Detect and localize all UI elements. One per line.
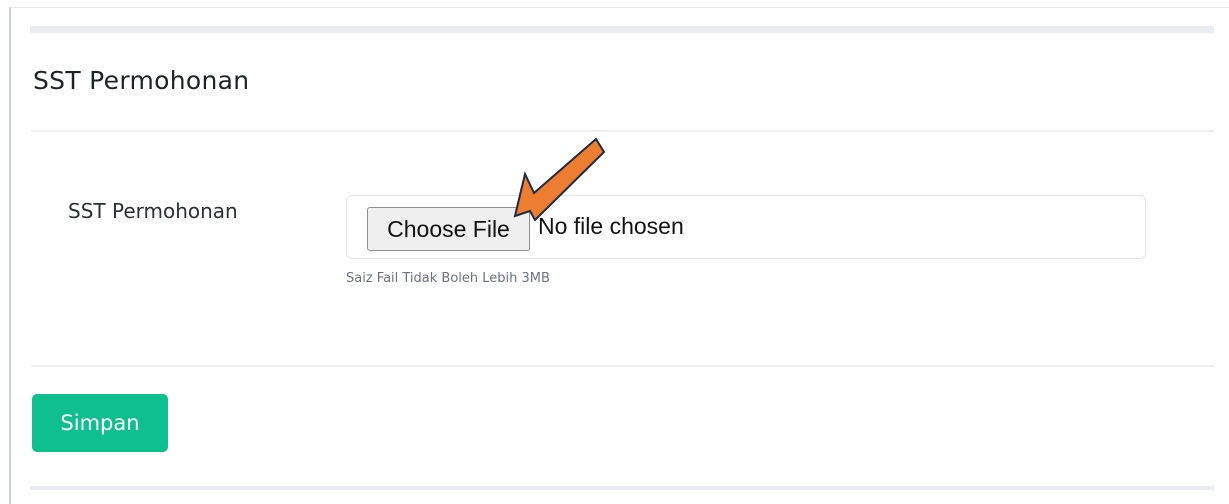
file-size-hint: Saiz Fail Tidak Boleh Lebih 3MB: [346, 271, 550, 286]
top-divider: [30, 26, 1214, 33]
footer-divider: [31, 365, 1214, 367]
choose-file-button[interactable]: Choose File: [367, 207, 530, 251]
card-title: SST Permohonan: [33, 66, 250, 95]
save-button[interactable]: Simpan: [32, 394, 168, 452]
file-field-label: SST Permohonan: [68, 199, 238, 223]
file-status-text: No file chosen: [538, 213, 684, 239]
bottom-divider: [30, 486, 1214, 490]
header-divider: [31, 130, 1214, 132]
